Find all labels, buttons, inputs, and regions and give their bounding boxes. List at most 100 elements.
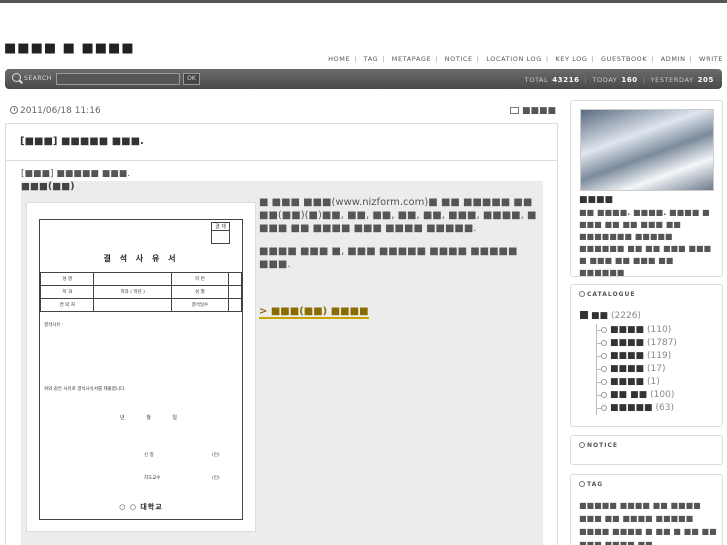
category-item[interactable]: ■■■■ (1787) <box>596 337 677 350</box>
profile-image <box>580 109 714 191</box>
category-name[interactable]: ■■■■ <box>610 364 644 374</box>
category-item[interactable]: ■■■■■ (63) <box>596 402 677 415</box>
category-bullet-icon <box>601 327 607 333</box>
post-paragraph: ■ ■■■ ■■■(www.nizform.com)■ ■■ ■■■■■ ■■ … <box>259 197 537 234</box>
visitor-stats: TOTAL 43216 | TODAY 160 | YESTERDAY 205 <box>524 76 714 84</box>
category-name[interactable]: ■■■■ <box>610 325 644 335</box>
catalogue-root-name[interactable]: ■■ <box>591 311 608 321</box>
nav-key-log[interactable]: KEY LOG <box>555 55 587 63</box>
bullet-icon <box>579 442 585 448</box>
doc-cell: 성 명 <box>39 272 95 286</box>
post-subtitle: [■■■] ■■■■■ ■■■. <box>21 169 131 179</box>
document-seal-mark: (인) <box>212 453 220 458</box>
top-navigation: HOME | TAG | METAPAGE | NOTICE | LOCATION LO… <box>328 55 723 63</box>
site-title[interactable]: ■■■■ ■ ■■■■ <box>4 41 135 56</box>
document-approval-box: 결 재 <box>211 222 230 244</box>
post-body: ■ ■■■ ■■■(www.nizform.com)■ ■■ ■■■■■ ■■ … <box>259 196 539 281</box>
document-seal-mark: (인) <box>212 476 220 481</box>
search-bar: SEARCH OK TOTAL 43216 | TODAY 160 | YESTERDAY 2… <box>5 69 722 89</box>
tag-title-text: TAG <box>587 481 604 488</box>
search-button[interactable]: OK <box>183 73 200 85</box>
catalogue-root[interactable]: ■■ (2226) <box>580 311 641 321</box>
total-count: 43216 <box>552 76 580 84</box>
top-border <box>0 0 727 3</box>
notice-title-text: NOTICE <box>587 442 618 449</box>
catalogue-box: CATALOGUE ■■ (2226) ■■■■ (110) ■■■■ (1787) … <box>570 284 723 427</box>
bullet-icon <box>579 481 585 487</box>
bullet-icon <box>579 291 585 297</box>
catalogue-title: CATALOGUE <box>579 291 635 298</box>
doc-cell <box>93 298 172 312</box>
category-name[interactable]: ■■■■■ <box>610 403 653 413</box>
category-count: (100) <box>650 390 675 400</box>
today-count: 160 <box>621 76 638 84</box>
category-count: (1) <box>647 377 660 387</box>
document-date: 년 월 일 <box>120 415 187 421</box>
document-signature-advisor: 지도교수 <box>144 476 161 481</box>
clock-icon <box>10 106 18 114</box>
category-item[interactable]: ■■ ■■ (100) <box>596 389 677 402</box>
post-date-text: 2011/06/18 11:16 <box>20 106 101 116</box>
doc-cell <box>93 272 172 286</box>
nav-write[interactable]: WRITE <box>699 55 723 63</box>
post-date: 2011/06/18 11:16 <box>10 106 101 116</box>
category-name[interactable]: ■■■■ <box>610 338 644 348</box>
category-item[interactable]: ■■■■ (119) <box>596 350 677 363</box>
nav-metapage[interactable]: METAPAGE <box>392 55 431 63</box>
doc-cell: 연 락 처 <box>39 298 95 312</box>
doc-cell: 성 별 <box>170 285 229 299</box>
folder-icon <box>509 107 519 114</box>
category-name[interactable]: ■■ ■■ <box>610 390 647 400</box>
nav-location-log[interactable]: LOCATION LOG <box>486 55 542 63</box>
nav-admin[interactable]: ADMIN <box>661 55 686 63</box>
document-title: 결 석 사 유 서 <box>103 254 179 263</box>
document-note: 결석사유 : <box>44 323 64 328</box>
post-subtitle-2: ■■■(■■) <box>21 181 75 192</box>
profile-box: ■■■■ ■■ ■■■■. ■■■■. ■■■■ ■ ■■■ ■■ ■■ ■■■… <box>570 100 723 277</box>
notice-title: NOTICE <box>579 442 618 449</box>
post-paragraph: ■■■■ ■■■ ■, ■■■ ■■■■■ ■■■■ ■■■■■ ■■■. <box>259 246 518 270</box>
post-title[interactable]: [■■■] ■■■■■ ■■■. <box>6 124 557 161</box>
doc-cell <box>227 285 243 299</box>
document-signature-applicant: 신 청 <box>144 453 154 458</box>
total-label: TOTAL <box>524 76 549 84</box>
category-item[interactable]: ■■■■ (110) <box>596 324 677 337</box>
nav-notice[interactable]: NOTICE <box>445 55 473 63</box>
download-link[interactable]: > ■■■(■■) ■■■■ <box>259 306 369 319</box>
category-item[interactable]: ■■■■ (17) <box>596 363 677 376</box>
doc-cell: 학과 ( 학년 ) <box>93 285 172 299</box>
document-image: 결 재 결 석 사 유 서 성 명 학 번 학 과 학과 ( 학년 ) 성 별 … <box>26 202 256 532</box>
nav-home[interactable]: HOME <box>328 55 350 63</box>
post-category-text[interactable]: ■■■■ <box>522 106 556 116</box>
collapse-toggle-icon[interactable] <box>580 311 588 319</box>
yesterday-count: 205 <box>697 76 714 84</box>
nav-tag[interactable]: TAG <box>364 55 379 63</box>
doc-cell <box>227 272 243 286</box>
yesterday-label: YESTERDAY <box>650 76 694 84</box>
category-bullet-icon <box>601 353 607 359</box>
doc-cell <box>227 298 243 312</box>
nav-guestbook[interactable]: GUESTBOOK <box>601 55 647 63</box>
document-table: 성 명 학 번 학 과 학과 ( 학년 ) 성 별 연 락 처 결석일수 <box>39 272 243 312</box>
document-school: ○ ○ 대학교 <box>119 503 163 511</box>
tag-box: TAG ■■■■■ ■■■■ ■■ ■■■■ ■■■ ■■ ■■■■ ■■■■■… <box>570 474 723 545</box>
catalogue-title-text: CATALOGUE <box>587 291 636 298</box>
post-category[interactable]: ■■■■ <box>509 106 556 116</box>
doc-cell: 학 번 <box>170 272 229 286</box>
category-bullet-icon <box>601 392 607 398</box>
post-container: [■■■] ■■■■■ ■■■. [■■■] ■■■■■ ■■■. ■■■(■■… <box>5 123 558 545</box>
category-item[interactable]: ■■■■ (1) <box>596 376 677 389</box>
today-label: TODAY <box>592 76 618 84</box>
doc-cell: 학 과 <box>39 285 95 299</box>
search-icon <box>12 73 21 82</box>
search-label: SEARCH <box>24 75 52 82</box>
doc-cell: 결석일수 <box>170 298 229 312</box>
notice-box: NOTICE <box>570 435 723 465</box>
search-input[interactable] <box>56 73 180 85</box>
category-name[interactable]: ■■■■ <box>610 351 644 361</box>
tag-cloud[interactable]: ■■■■■ ■■■■ ■■ ■■■■ ■■■ ■■ ■■■■ ■■■■■ ■■■… <box>579 499 719 545</box>
profile-name: ■■■■ <box>579 195 614 205</box>
category-name[interactable]: ■■■■ <box>610 377 644 387</box>
category-list: ■■■■ (110) ■■■■ (1787) ■■■■ (119) ■■■■ (17) … <box>596 324 677 415</box>
document-frame: 결 재 결 석 사 유 서 성 명 학 번 학 과 학과 ( 학년 ) 성 별 … <box>39 219 243 520</box>
